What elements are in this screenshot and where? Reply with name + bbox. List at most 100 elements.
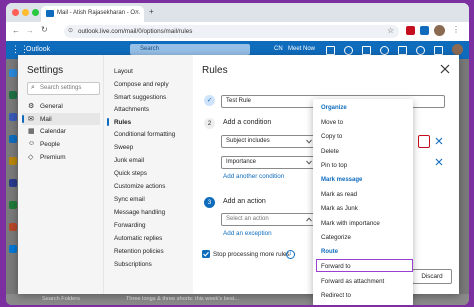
back-icon[interactable]: ← xyxy=(12,26,20,35)
menu-item-categorize[interactable]: Categorize xyxy=(321,234,351,241)
menu-item-pin-to-top[interactable]: Pin to top xyxy=(321,162,347,169)
section-attachments[interactable]: Attachments xyxy=(114,106,149,113)
add-exception-link[interactable]: Add an exception xyxy=(223,230,272,237)
add-another-condition-link[interactable]: Add another condition xyxy=(223,173,284,180)
condition-select[interactable]: Subject includes xyxy=(221,135,316,148)
search-icon: ⌕ xyxy=(31,84,35,91)
header-icon[interactable] xyxy=(398,46,407,55)
account-avatar[interactable] xyxy=(452,44,463,55)
section-smart-suggestions[interactable]: Smart suggestions xyxy=(114,94,166,101)
extension-icon[interactable] xyxy=(406,26,415,35)
step-number-badge: 2 xyxy=(204,118,215,129)
section-retention-policies[interactable]: Retention policies xyxy=(114,248,164,255)
site-info-icon[interactable]: ⊙ xyxy=(68,27,73,34)
section-sweep[interactable]: Sweep xyxy=(114,144,133,151)
settings-nav-premium[interactable]: ◇ Premium xyxy=(22,151,100,163)
header-item[interactable]: CN xyxy=(274,46,283,52)
word-rail-icon[interactable] xyxy=(9,179,17,187)
chevron-down-icon xyxy=(306,160,312,165)
remove-condition-icon[interactable] xyxy=(435,137,443,145)
header-icon[interactable] xyxy=(362,46,371,55)
calendar-rail-icon[interactable] xyxy=(9,91,17,99)
meet-now-button[interactable]: Meet Now xyxy=(288,46,315,52)
section-compose-reply[interactable]: Compose and reply xyxy=(114,81,169,88)
outlook-brand: Outlook xyxy=(26,46,51,53)
stop-processing-checkbox[interactable] xyxy=(202,250,210,258)
people-rail-icon[interactable] xyxy=(9,113,17,121)
message-snippet[interactable]: Three longs & three shorts: this week's … xyxy=(126,296,239,302)
action-placeholder: Select an action xyxy=(226,216,269,222)
menu-item-forward-as-attachment[interactable]: Forward as attachment xyxy=(321,278,384,285)
excel-rail-icon[interactable] xyxy=(9,201,17,209)
discard-button[interactable]: Discard xyxy=(412,269,452,284)
browser-window: Mail - Atish Rajasekharan - O... × + ← →… xyxy=(6,3,469,305)
section-conditional-formatting[interactable]: Conditional formatting xyxy=(114,131,175,138)
header-icon[interactable] xyxy=(380,46,389,55)
condition-select[interactable]: Importance xyxy=(221,156,316,169)
powerpoint-rail-icon[interactable] xyxy=(9,223,17,231)
menu-item-redirect-to[interactable]: Redirect to xyxy=(321,292,351,299)
section-customize-actions[interactable]: Customize actions xyxy=(114,183,165,190)
tab-close-icon[interactable]: × xyxy=(135,9,139,16)
new-tab-icon[interactable]: + xyxy=(149,7,154,16)
settings-nav-general[interactable]: ⚙ General xyxy=(22,100,100,112)
close-window-button[interactable] xyxy=(12,9,19,16)
extension-icon[interactable] xyxy=(420,26,429,35)
info-icon[interactable]: i xyxy=(286,250,295,259)
section-quick-steps[interactable]: Quick steps xyxy=(114,170,147,177)
menu-item-move-to[interactable]: Move to xyxy=(321,119,343,126)
section-automatic-replies[interactable]: Automatic replies xyxy=(114,235,162,242)
condition-value-input[interactable] xyxy=(418,135,430,148)
section-layout[interactable]: Layout xyxy=(114,68,133,75)
outlook-search-placeholder: Search xyxy=(140,46,160,52)
section-rules[interactable]: Rules xyxy=(114,119,131,126)
minimize-window-button[interactable] xyxy=(22,9,29,16)
close-icon[interactable] xyxy=(439,63,451,75)
section-forwarding[interactable]: Forwarding xyxy=(114,222,146,229)
forward-icon[interactable]: → xyxy=(26,26,34,35)
mail-icon: ✉ xyxy=(28,116,34,123)
action-select[interactable]: Select an action xyxy=(221,213,316,226)
section-subscriptions[interactable]: Subscriptions xyxy=(114,261,152,268)
section-junk-email[interactable]: Junk email xyxy=(114,157,144,164)
header-icon[interactable] xyxy=(344,46,353,55)
browser-tab[interactable]: Mail - Atish Rajasekharan - O... × xyxy=(41,6,144,22)
menu-item-mark-as-junk[interactable]: Mark as Junk xyxy=(321,205,358,212)
menu-item-mark-as-read[interactable]: Mark as read xyxy=(321,191,357,198)
search-folders-label[interactable]: Search Folders xyxy=(42,296,80,302)
header-icon[interactable] xyxy=(434,46,443,55)
remove-condition-icon[interactable] xyxy=(435,158,443,166)
section-message-handling[interactable]: Message handling xyxy=(114,209,165,216)
add-action-heading: Add an action xyxy=(223,198,266,205)
header-icon[interactable] xyxy=(326,46,335,55)
settings-nav-calendar[interactable]: ▦ Calendar xyxy=(22,125,100,137)
chevron-down-icon xyxy=(306,139,312,144)
menu-item-delete[interactable]: Delete xyxy=(321,148,339,155)
menu-item-mark-with-importance[interactable]: Mark with importance xyxy=(321,220,380,227)
settings-search-input[interactable]: ⌕ Search settings xyxy=(27,82,100,95)
onedrive-rail-icon[interactable] xyxy=(9,245,17,253)
checkmark-icon xyxy=(203,251,209,257)
menu-item-forward-to[interactable]: Forward to xyxy=(321,263,351,270)
settings-category-pane: Settings ⌕ Search settings ⚙ General ✉ M… xyxy=(18,55,103,294)
menu-item-copy-to[interactable]: Copy to xyxy=(321,133,342,140)
condition-value: Importance xyxy=(226,159,257,165)
url-field[interactable]: ⊙ outlook.live.com/mail/0/options/mail/r… xyxy=(64,25,399,38)
todo-rail-icon[interactable] xyxy=(9,135,17,143)
mail-rail-icon[interactable] xyxy=(9,69,17,77)
reload-icon[interactable]: ↻ xyxy=(41,25,48,34)
condition-value: Subject includes xyxy=(226,138,270,144)
section-sync-email[interactable]: Sync email xyxy=(114,196,145,203)
browser-menu-icon[interactable]: ⋮ xyxy=(452,25,460,34)
profile-avatar[interactable] xyxy=(434,25,445,36)
bookmark-star-icon[interactable]: ☆ xyxy=(387,26,394,35)
maximize-window-button[interactable] xyxy=(32,9,39,16)
settings-nav-mail[interactable]: ✉ Mail xyxy=(22,113,100,125)
selected-indicator xyxy=(107,118,109,126)
outlook-search-input[interactable]: Search xyxy=(130,44,250,55)
header-icon[interactable] xyxy=(416,46,425,55)
files-rail-icon[interactable] xyxy=(9,157,17,165)
discard-label: Discard xyxy=(421,273,443,280)
settings-nav-people[interactable]: ☺ People xyxy=(22,138,100,150)
action-dropdown-menu: Organize Move to Copy to Delete Pin to t… xyxy=(313,99,413,305)
